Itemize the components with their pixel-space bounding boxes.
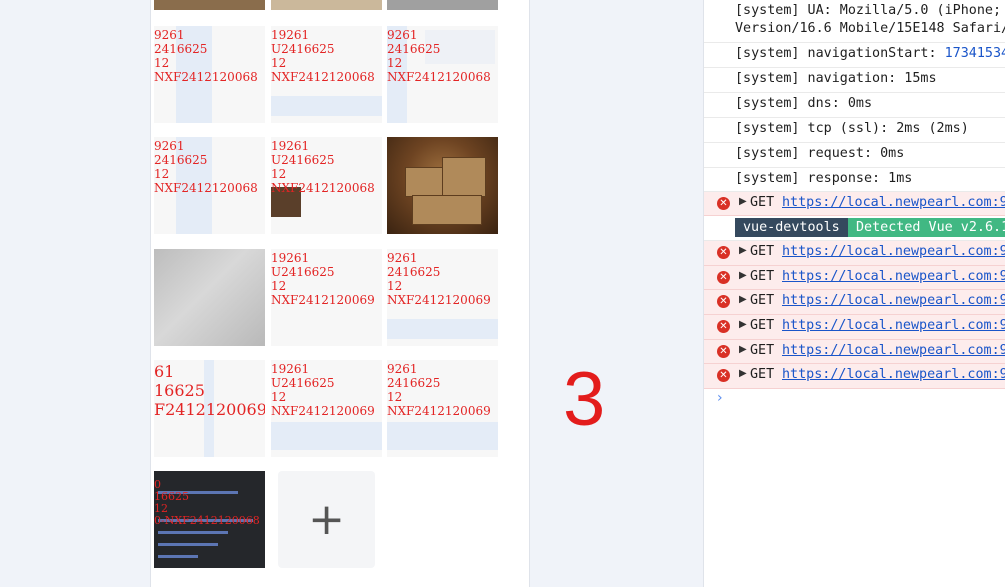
console-error-row[interactable]: ✕ ▶ GET https://local.newpearl.com:9 — [704, 315, 1005, 340]
plus-icon: + — [308, 493, 345, 545]
expand-arrow-icon[interactable]: ▶ — [739, 319, 747, 330]
console-log-row: [system] request: 0ms — [704, 143, 1005, 168]
expand-arrow-icon[interactable]: ▶ — [739, 245, 747, 256]
http-method: GET — [750, 195, 775, 210]
request-url-link[interactable]: https://local.newpearl.com:9 — [782, 293, 1005, 308]
devtools-console: [system] UA: Mozilla/5.0 (iPhone; C Vers… — [703, 0, 1005, 587]
watermark-text: 61 16625 F2412120069 — [154, 362, 265, 419]
log-text: [system] tcp (ssl): 2ms (2ms) — [735, 121, 969, 136]
http-method: GET — [750, 269, 775, 284]
log-text: [system] UA: Mozilla/5.0 (iPhone; C — [735, 3, 1005, 18]
watermark-text: 9261 2416625 12 NXF2412120069 — [387, 251, 491, 307]
console-prompt-icon[interactable]: › — [717, 390, 723, 406]
expand-arrow-icon[interactable]: ▶ — [739, 294, 747, 305]
image-thumbnail[interactable]: 19261 U2416625 12 NXF2412120069 — [271, 360, 382, 457]
image-thumbnail[interactable] — [154, 249, 265, 346]
expand-arrow-icon[interactable]: ▶ — [739, 270, 747, 281]
error-icon: ✕ — [717, 345, 730, 358]
console-error-row[interactable]: ✕ ▶ GET https://local.newpearl.com:9 — [704, 241, 1005, 266]
request-url-link[interactable]: https://local.newpearl.com:9 — [782, 269, 1005, 284]
console-error-row[interactable]: ✕ ▶ GET https://local.newpearl.com:9 — [704, 266, 1005, 290]
vue-devtools-row: vue-devtools Detected Vue v2.6.1 — [704, 216, 1005, 241]
watermark-text: 19261 U2416625 12 NXF2412120068 — [271, 139, 375, 195]
image-thumbnail[interactable] — [387, 0, 498, 10]
error-icon: ✕ — [717, 320, 730, 333]
log-text: [system] response: 1ms — [735, 171, 913, 186]
error-icon: ✕ — [717, 271, 730, 284]
watermark-text: 19261 U2416625 12 NXF2412120068 — [271, 28, 375, 84]
log-text: [system] dns: 0ms — [735, 96, 873, 111]
error-icon: ✕ — [717, 295, 730, 308]
image-thumbnail[interactable]: 9261 2416625 12 NXF2412120069 — [387, 249, 498, 346]
http-method: GET — [750, 343, 775, 358]
request-url-link[interactable]: https://local.newpearl.com:9 — [782, 343, 1005, 358]
image-thumbnail[interactable]: 9261 2416625 12 NXF2412120068 — [154, 137, 265, 234]
http-method: GET — [750, 244, 775, 259]
image-thumbnail[interactable]: 61 16625 F2412120069 — [154, 360, 265, 457]
image-thumbnail[interactable] — [154, 0, 265, 10]
image-thumbnail[interactable]: 9261 2416625 12 NXF2412120069 — [387, 360, 498, 457]
request-url-link[interactable]: https://local.newpearl.com:9 — [782, 367, 1005, 382]
error-icon: ✕ — [717, 197, 730, 210]
console-error-row[interactable]: ✕ ▶ GET https://local.newpearl.com:9 — [704, 290, 1005, 315]
add-image-button[interactable]: + — [278, 471, 375, 568]
expand-arrow-icon[interactable]: ▶ — [739, 196, 747, 207]
mobile-preview-panel: 9261 2416625 12 NXF2412120068 19261 U241… — [150, 0, 530, 587]
watermark-text: 19261 U2416625 12 NXF2412120069 — [271, 362, 375, 418]
log-text: [system] request: 0ms — [735, 146, 905, 161]
page-number-label: 3 — [563, 357, 606, 442]
watermark-text: 9261 2416625 12 NXF2412120068 — [154, 139, 258, 195]
log-text: Version/16.6 Mobile/15E148 Safari/6 — [735, 21, 1005, 36]
console-error-row[interactable]: ✕ ▶ GET https://local.newpearl.com:9 — [704, 340, 1005, 364]
watermark-text: 0 16625 12 0-NXF2412120068 — [154, 478, 260, 527]
vue-detected-badge: Detected Vue v2.6.1 — [848, 218, 1005, 237]
log-text: [system] navigationStart: — [735, 46, 945, 61]
request-url-link[interactable]: https://local.newpearl.com:9 — [782, 244, 1005, 259]
image-thumbnail[interactable]: 19261 U2416625 12 NXF2412120068 — [271, 137, 382, 234]
log-text: [system] navigation: 15ms — [735, 71, 937, 86]
image-thumbnail[interactable]: 9261 2416625 12 NXF2412120068 — [154, 26, 265, 123]
request-url-link[interactable]: https://local.newpearl.com:9 — [782, 195, 1005, 210]
watermark-text: 9261 2416625 12 NXF2412120069 — [387, 362, 491, 418]
image-thumbnail[interactable]: 19261 U2416625 12 NXF2412120068 — [271, 26, 382, 123]
watermark-text: 9261 2416625 12 NXF2412120068 — [387, 28, 491, 84]
watermark-text: 19261 U2416625 12 NXF2412120069 — [271, 251, 375, 307]
image-thumbnail[interactable] — [271, 0, 382, 10]
error-icon: ✕ — [717, 246, 730, 259]
console-log-row: [system] dns: 0ms — [704, 93, 1005, 118]
console-log-row: [system] response: 1ms — [704, 168, 1005, 192]
image-thumbnail[interactable] — [387, 137, 498, 234]
image-thumbnail[interactable]: 9261 2416625 12 NXF2412120068 — [387, 26, 498, 123]
image-thumbnail[interactable]: 0 16625 12 0-NXF2412120068 — [154, 471, 265, 568]
console-log-row: [system] navigationStart: 17341534 — [704, 43, 1005, 68]
error-icon: ✕ — [717, 369, 730, 382]
console-log-row: [system] UA: Mozilla/5.0 (iPhone; C Vers… — [704, 0, 1005, 43]
http-method: GET — [750, 367, 775, 382]
request-url-link[interactable]: https://local.newpearl.com:9 — [782, 318, 1005, 333]
console-error-row[interactable]: ✕ ▶ GET https://local.newpearl.com:9 — [704, 364, 1005, 389]
http-method: GET — [750, 318, 775, 333]
http-method: GET — [750, 293, 775, 308]
console-log-row: [system] navigation: 15ms — [704, 68, 1005, 93]
console-error-row[interactable]: ✕ ▶ GET https://local.newpearl.com:9 — [704, 192, 1005, 216]
expand-arrow-icon[interactable]: ▶ — [739, 344, 747, 355]
log-number: 17341534 — [944, 46, 1005, 61]
image-thumbnail[interactable]: 19261 U2416625 12 NXF2412120069 — [271, 249, 382, 346]
watermark-text: 9261 2416625 12 NXF2412120068 — [154, 28, 258, 84]
console-log-row: [system] tcp (ssl): 2ms (2ms) — [704, 118, 1005, 143]
vue-devtools-badge: vue-devtools — [735, 218, 848, 237]
expand-arrow-icon[interactable]: ▶ — [739, 368, 747, 379]
